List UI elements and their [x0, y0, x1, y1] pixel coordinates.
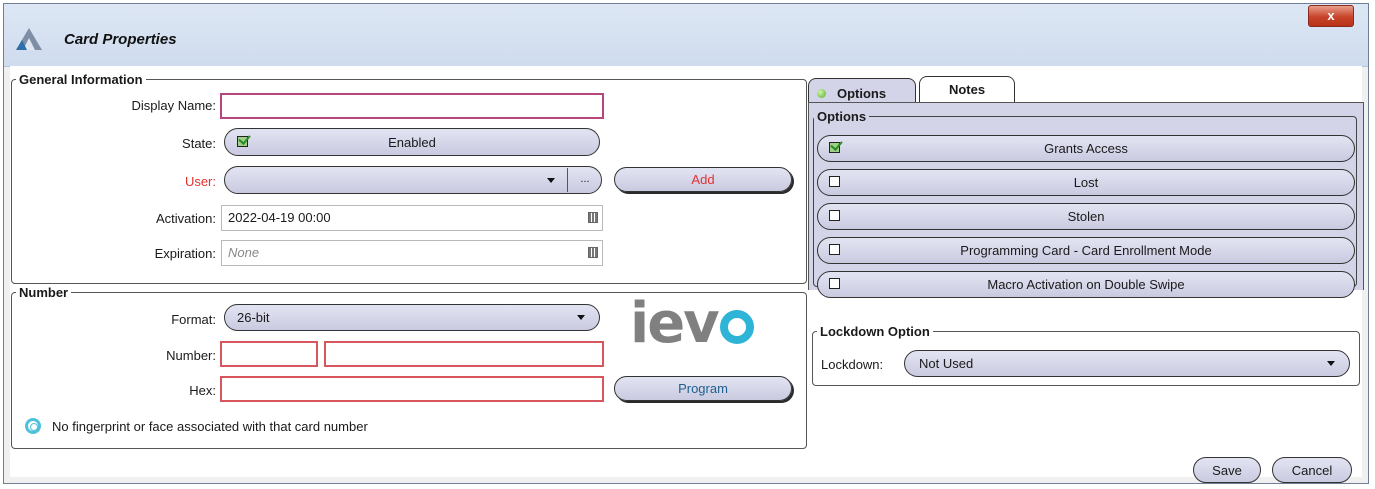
biometric-status-text: No fingerprint or face associated with t…: [52, 419, 368, 434]
add-user-button[interactable]: Add: [614, 167, 792, 192]
format-dropdown[interactable]: 26-bit: [224, 304, 600, 331]
number-label: Number:: [166, 348, 216, 363]
general-information-legend: General Information: [19, 72, 143, 87]
biometric-status-icon: [25, 418, 41, 434]
cancel-label: Cancel: [1291, 463, 1333, 478]
state-value: Enabled: [388, 135, 436, 150]
app-logo-icon: [16, 28, 42, 50]
ievo-logo: iev: [630, 296, 754, 352]
ievo-logo-text: iev: [630, 291, 720, 356]
activation-date-field[interactable]: 2022-04-19 00:00: [221, 205, 603, 231]
option-label: Macro Activation on Double Swipe: [987, 277, 1185, 292]
option-label: Grants Access: [1044, 141, 1128, 156]
calendar-icon[interactable]: [588, 212, 598, 223]
option-lost[interactable]: Lost: [817, 169, 1355, 196]
number-legend: Number: [19, 285, 69, 300]
expiration-date-field[interactable]: None: [221, 240, 603, 266]
state-label: State:: [182, 136, 216, 151]
display-name-input[interactable]: [220, 93, 604, 119]
tab-notes[interactable]: Notes: [919, 76, 1015, 102]
lockdown-legend: Lockdown Option: [820, 324, 930, 339]
calendar-icon[interactable]: [588, 247, 598, 258]
lockdown-label: Lockdown:: [821, 357, 884, 372]
add-user-label: Add: [691, 172, 715, 187]
options-tab-panel: Options Grants Access Lost Stolen Progra…: [808, 102, 1364, 298]
expiration-label: Expiration:: [154, 246, 216, 261]
options-status-dot-icon: [817, 89, 826, 98]
format-chevron-icon: [577, 315, 585, 320]
activation-value: 2022-04-19 00:00: [228, 210, 331, 225]
expiration-placeholder: None: [228, 245, 260, 260]
lockdown-chevron-icon: [1327, 361, 1335, 366]
card-properties-window: Card Properties x General Information Di…: [3, 3, 1369, 484]
tab-options-label: Options: [837, 86, 887, 101]
dialog-body: General Information Display Name: State:…: [10, 66, 1364, 483]
option-label: Programming Card - Card Enrollment Mode: [960, 243, 1212, 258]
close-button[interactable]: x: [1308, 5, 1354, 27]
title-bar[interactable]: Card Properties x: [4, 4, 1368, 67]
lockdown-value: Not Used: [919, 356, 974, 371]
state-toggle[interactable]: Enabled: [224, 128, 600, 156]
program-button[interactable]: Program: [614, 376, 792, 401]
user-dropdown-chevron-icon: [547, 178, 555, 183]
options-legend: Options: [817, 109, 867, 124]
program-label: Program: [678, 381, 728, 396]
option-macro-activation[interactable]: Macro Activation on Double Swipe: [817, 271, 1355, 298]
card-number-input[interactable]: [324, 341, 604, 367]
format-label: Format:: [171, 312, 216, 327]
hex-label: Hex:: [189, 383, 216, 398]
tab-notes-label: Notes: [948, 82, 986, 97]
option-programming-card[interactable]: Programming Card - Card Enrollment Mode: [817, 237, 1355, 264]
save-button[interactable]: Save: [1193, 457, 1261, 483]
user-dropdown[interactable]: ...: [224, 166, 602, 194]
user-browse-button[interactable]: ...: [567, 168, 602, 192]
option-grants-access[interactable]: Grants Access: [817, 135, 1355, 162]
facility-code-input[interactable]: [220, 341, 318, 367]
ievo-logo-o-icon: [719, 310, 754, 344]
display-name-label: Display Name:: [131, 98, 216, 113]
save-label: Save: [1212, 463, 1242, 478]
window-title: Card Properties: [64, 31, 177, 48]
option-stolen[interactable]: Stolen: [817, 203, 1355, 230]
hex-input[interactable]: [220, 376, 604, 402]
option-label: Stolen: [1067, 209, 1105, 224]
user-label: User:: [184, 174, 216, 189]
format-value: 26-bit: [237, 310, 270, 325]
cancel-button[interactable]: Cancel: [1272, 457, 1352, 483]
option-label: Lost: [1073, 175, 1099, 190]
activation-label: Activation:: [156, 211, 216, 226]
lockdown-dropdown[interactable]: Not Used: [904, 350, 1350, 377]
